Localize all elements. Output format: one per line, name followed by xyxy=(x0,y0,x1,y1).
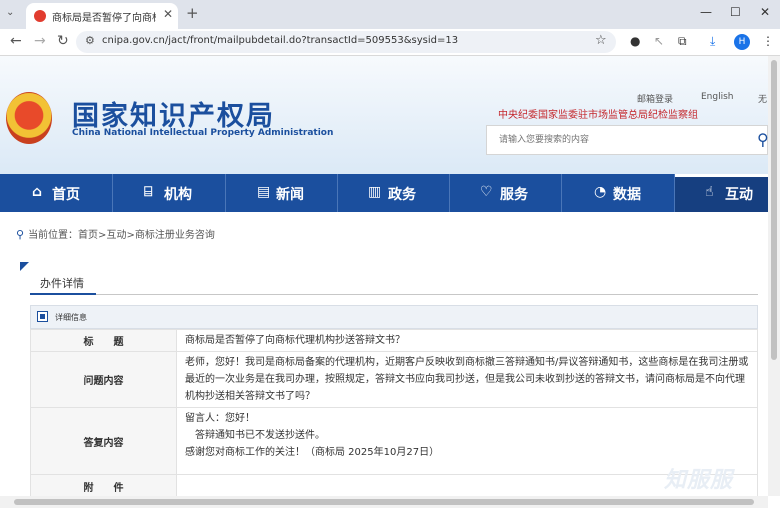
extension-circle-icon[interactable]: ● xyxy=(630,34,640,48)
site-logo-en[interactable]: China National Intellectual Property Adm… xyxy=(72,128,333,138)
browser-tab[interactable]: 商标局是否暂停了向商标代理机构抄送答辩文书？ ✕ xyxy=(26,3,178,29)
address-bar[interactable]: ⚙ cnipa.gov.cn/jact/front/mailpubdetail.… xyxy=(76,31,616,53)
extensions-puzzle-icon[interactable]: ⧉ xyxy=(678,34,687,49)
detail-table: 标 题 商标局是否暂停了向商标代理机构抄送答辩文书？ 问题内容 老师，您好！我司… xyxy=(30,329,758,499)
nav-item-label: 首页 xyxy=(52,187,80,203)
nav-item-label: 服务 xyxy=(500,187,528,203)
nav-item-home[interactable]: ⌂ 首页 xyxy=(0,174,113,212)
extension-arrow-icon[interactable]: ↖ xyxy=(654,34,664,48)
nav-item-service[interactable]: ♡ 服务 xyxy=(450,174,562,212)
search-icon[interactable]: ⚲ xyxy=(757,130,768,149)
info-bar: 详细信息 xyxy=(30,305,758,329)
forward-icon[interactable]: → xyxy=(34,33,46,49)
header-subtitle: 中央纪委国家监委驻市场监管总局纪检监察组 xyxy=(498,110,698,121)
nav-item-institution[interactable]: ⌸ 机构 xyxy=(113,174,226,212)
institution-icon: ⌸ xyxy=(144,184,153,200)
home-icon: ⌂ xyxy=(32,184,43,200)
answer-line: 感谢您对商标工作的关注！（商标局 2025年10月27日） xyxy=(185,447,440,458)
nav-item-data[interactable]: ◔ 数据 xyxy=(562,174,675,212)
table-row: 标 题 商标局是否暂停了向商标代理机构抄送答辩文书？ xyxy=(30,329,758,352)
main-nav: ⌂ 首页 ⌸ 机构 ▤ 新闻 ▥ 政务 ♡ 服务 ◔ 数据 ☝ 互动 xyxy=(0,174,768,212)
scrollbar-thumb[interactable] xyxy=(771,60,777,360)
mail-login-link[interactable]: 邮箱登录 xyxy=(637,92,673,105)
question-value: 老师，您好！我司是商标局备案的代理机构，近期客户反映收到商标撤三答辩通知书/异议… xyxy=(176,351,758,408)
accessibility-link[interactable]: 无 xyxy=(758,92,767,105)
watermark: 知服服 xyxy=(664,468,734,493)
title-value: 商标局是否暂停了向商标代理机构抄送答辩文书？ xyxy=(176,329,758,352)
browser-tab-bar: ⌄ 商标局是否暂停了向商标代理机构抄送答辩文书？ ✕ + — ☐ ✕ xyxy=(0,0,780,29)
service-icon: ♡ xyxy=(480,184,493,200)
new-tab-icon[interactable]: + xyxy=(186,4,199,22)
url-text[interactable]: cnipa.gov.cn/jact/front/mailpubdetail.do… xyxy=(102,35,458,46)
national-emblem-icon xyxy=(6,92,52,144)
profile-avatar[interactable]: H xyxy=(734,34,750,50)
info-box-icon xyxy=(37,311,48,322)
nav-item-label: 新闻 xyxy=(276,187,304,203)
close-window-icon[interactable]: ✕ xyxy=(760,5,770,19)
minimize-icon[interactable]: — xyxy=(700,5,712,19)
scrollbar-thumb[interactable] xyxy=(14,499,754,505)
answer-key: 答复内容 xyxy=(30,407,177,475)
chart-icon: ◔ xyxy=(594,184,607,200)
table-row: 答复内容 留言人：您好！ 答辩通知书已不发送抄送件。 感谢您对商标工作的关注！（… xyxy=(30,407,758,475)
maximize-icon[interactable]: ☐ xyxy=(730,5,741,19)
nav-item-news[interactable]: ▤ 新闻 xyxy=(226,174,338,212)
attachment-key: 附 件 xyxy=(30,474,177,499)
answer-line: 留言人：您好！ xyxy=(185,413,255,424)
search-input[interactable] xyxy=(497,132,737,148)
panel-title-underline xyxy=(30,293,96,295)
title-key: 标 题 xyxy=(30,329,177,352)
table-row: 问题内容 老师，您好！我司是商标局备案的代理机构，近期客户反映收到商标撤三答辩通… xyxy=(30,351,758,408)
question-key: 问题内容 xyxy=(30,351,177,408)
back-icon[interactable]: ← xyxy=(10,33,22,49)
site-info-icon[interactable]: ⚙ xyxy=(85,34,95,47)
english-link[interactable]: English xyxy=(701,92,734,102)
site-search-box: ⚲ xyxy=(486,125,768,155)
nav-item-label: 政务 xyxy=(388,187,416,203)
nav-item-government[interactable]: ▥ 政务 xyxy=(338,174,450,212)
breadcrumb: ⚲ 当前位置：首页>互动>商标注册业务咨询 xyxy=(16,226,215,241)
vertical-scrollbar[interactable] xyxy=(768,56,780,496)
site-favicon-icon xyxy=(34,10,46,22)
table-row: 附 件 xyxy=(30,474,758,499)
horizontal-scrollbar[interactable] xyxy=(0,496,768,508)
location-pin-icon: ⚲ xyxy=(16,228,25,241)
close-tab-icon[interactable]: ✕ xyxy=(163,7,173,21)
site-header: 国家知识产权局 China National Intellectual Prop… xyxy=(0,56,768,174)
download-icon[interactable]: ⤓ xyxy=(710,34,715,49)
panel-header: 办件详情 xyxy=(30,271,758,295)
nav-item-label: 数据 xyxy=(613,187,641,203)
panel-title: 办件详情 xyxy=(40,277,84,290)
breadcrumb-text[interactable]: 当前位置：首页>互动>商标注册业务咨询 xyxy=(28,230,215,241)
menu-kebab-icon[interactable]: ⋮ xyxy=(762,34,774,48)
browser-toolbar: ← → ↻ ⚙ cnipa.gov.cn/jact/front/mailpubd… xyxy=(0,29,780,56)
reload-icon[interactable]: ↻ xyxy=(57,33,69,49)
nav-item-label: 互动 xyxy=(725,187,753,203)
info-bar-label: 详细信息 xyxy=(55,313,87,322)
tab-search-icon[interactable]: ⌄ xyxy=(6,7,14,18)
nav-item-interaction[interactable]: ☝ 互动 xyxy=(675,174,768,212)
tab-title: 商标局是否暂停了向商标代理机构抄送答辩文书？ xyxy=(52,13,156,24)
corner-marker xyxy=(20,262,29,271)
news-icon: ▤ xyxy=(257,184,271,200)
document-icon: ▥ xyxy=(368,184,382,200)
bookmark-star-icon[interactable]: ☆ xyxy=(595,33,607,48)
hand-icon: ☝ xyxy=(705,184,714,200)
answer-line: 答辩通知书已不发送抄送件。 xyxy=(185,430,325,441)
nav-item-label: 机构 xyxy=(164,187,192,203)
